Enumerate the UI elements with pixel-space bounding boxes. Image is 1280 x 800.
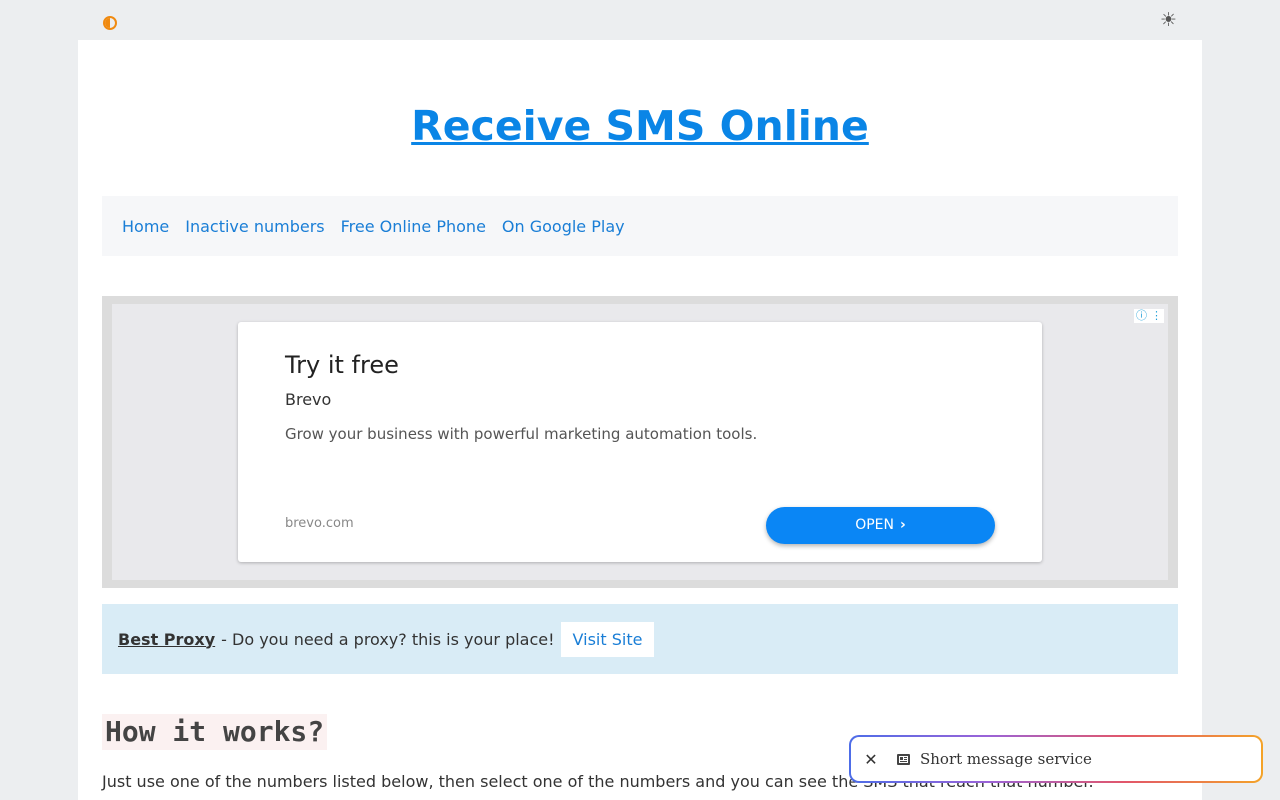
ad-advertiser[interactable]: Brevo [285,390,331,409]
chevron-right-icon: › [900,517,906,533]
ad-choices[interactable]: ⓘ ⋮ [1134,309,1164,323]
toast-popup: ✕ Short message service [849,735,1263,783]
nav-google-play[interactable]: On Google Play [502,217,625,236]
article-icon [897,753,910,765]
site-title-link[interactable]: Receive SMS Online [411,102,869,150]
ad-headline[interactable]: Try it free [285,348,399,382]
ad-frame: ⓘ ⋮ Try it free Brevo Grow your business… [112,304,1168,580]
ad-card[interactable]: Try it free Brevo Grow your business wit… [238,322,1042,562]
promo-text: - Do you need a proxy? this is your plac… [221,629,555,649]
how-it-works-heading: How it works? [102,714,328,750]
top-bar: ☀ [0,0,1280,40]
ad-domain[interactable]: brevo.com [285,516,354,531]
info-icon[interactable]: ⓘ [1136,309,1147,323]
nav-inactive-numbers[interactable]: Inactive numbers [185,217,324,236]
ad-container: ⓘ ⋮ Try it free Brevo Grow your business… [102,296,1178,588]
close-icon[interactable]: ✕ [864,750,878,769]
site-title: Receive SMS Online [78,98,1202,154]
contrast-icon[interactable] [103,16,117,30]
promo-banner: Best Proxy - Do you need a proxy? this i… [102,604,1178,674]
promo-link[interactable]: Best Proxy [118,630,215,649]
nav-free-online-phone[interactable]: Free Online Phone [341,217,486,236]
visit-site-button[interactable]: Visit Site [560,621,655,657]
more-icon[interactable]: ⋮ [1151,309,1162,323]
navbar: Home Inactive numbers Free Online Phone … [102,196,1178,256]
main-content: Receive SMS Online Home Inactive numbers… [78,40,1202,800]
toast-text[interactable]: Short message service [920,750,1092,768]
sun-icon[interactable]: ☀ [1160,9,1177,31]
ad-description: Grow your business with powerful marketi… [285,425,758,443]
nav-home[interactable]: Home [122,217,169,236]
ad-open-label: OPEN [855,517,894,533]
ad-open-button[interactable]: OPEN › [766,507,995,544]
